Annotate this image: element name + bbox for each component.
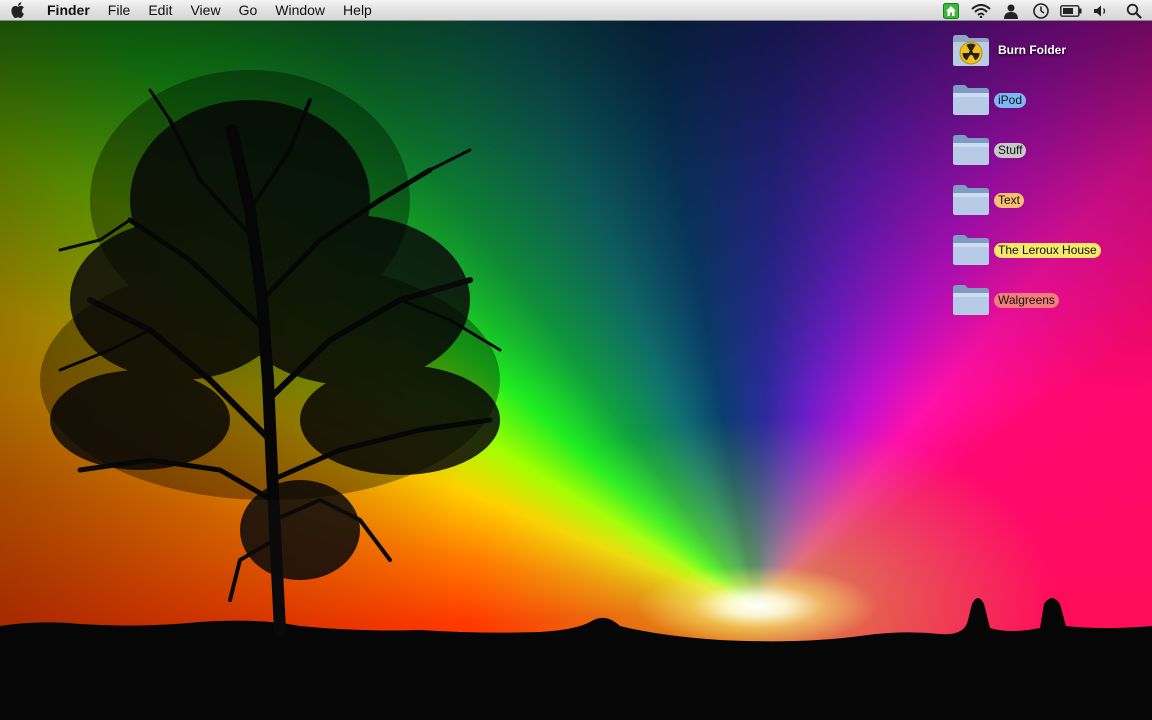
folder-icon [951,130,991,170]
menu-extras [936,0,1152,21]
desktop-icon-the-leroux-house[interactable]: The Leroux House [951,230,1101,270]
desktop-icon-text[interactable]: Text [951,180,1025,220]
folder-icon [951,80,991,120]
desktop-icon-label: iPod [994,92,1027,108]
desktop-icon-label: Text [994,192,1025,208]
menu-app-finder[interactable]: Finder [38,0,99,21]
desktop-icon-stuff[interactable]: Stuff [951,130,1027,170]
desktop[interactable]: Finder File Edit View Go Window Help Bur… [0,0,1152,720]
home-icon[interactable] [936,0,966,21]
battery-icon[interactable] [1056,0,1086,21]
desktop-icon-label: Burn Folder [998,42,1066,57]
folder-icon [951,280,991,320]
folder-icon [951,180,991,220]
menu-go[interactable]: Go [230,0,267,21]
menu-bar: Finder File Edit View Go Window Help [0,0,1152,21]
clock-icon[interactable] [1026,0,1056,21]
desktop-icon-ipod[interactable]: iPod [951,80,1027,120]
desktop-icon-label: Stuff [994,142,1027,158]
menu-view[interactable]: View [181,0,229,21]
folder-icon [951,230,991,270]
desktop-icon-label: The Leroux House [994,242,1101,258]
menu-window[interactable]: Window [266,0,334,21]
menu-file[interactable]: File [99,0,140,21]
menu-help[interactable]: Help [334,0,381,21]
desktop-icon-label: Walgreens [994,292,1059,308]
apple-logo-icon[interactable] [0,0,38,21]
burn-folder-icon [951,30,991,70]
desktop-icon-walgreens[interactable]: Walgreens [951,280,1059,320]
user-icon[interactable] [996,0,1026,21]
desktop-icon-burn-folder[interactable]: Burn Folder [951,30,1070,70]
wifi-icon[interactable] [966,0,996,21]
volume-icon[interactable] [1086,0,1116,21]
spotlight-search-icon[interactable] [1116,0,1152,21]
menu-edit[interactable]: Edit [139,0,181,21]
